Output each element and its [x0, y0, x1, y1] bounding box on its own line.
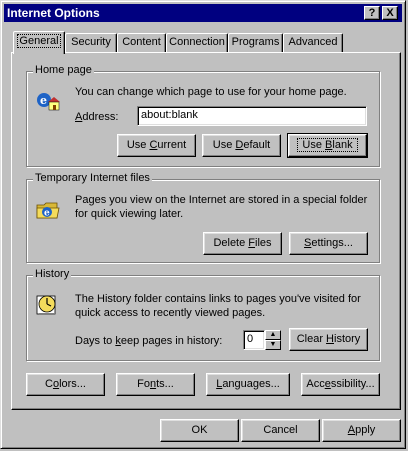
tab-programs[interactable]: Programs [228, 33, 283, 52]
clear-history-button[interactable]: Clear History [289, 328, 368, 351]
tab-general[interactable]: General [13, 31, 65, 54]
spin-down-icon[interactable]: ▼ [265, 340, 281, 350]
days-label: Days to keep pages in history: [75, 335, 223, 347]
svg-text:e: e [44, 209, 50, 219]
colors-button[interactable]: Colors... [26, 373, 105, 396]
home-page-legend: Home page [33, 64, 94, 76]
delete-files-button[interactable]: Delete Files [203, 232, 282, 255]
close-button[interactable]: X [382, 6, 398, 20]
address-field[interactable]: about:blank [137, 106, 367, 126]
settings-button[interactable]: Settings... [289, 232, 368, 255]
address-label: Address: [75, 111, 119, 123]
tab-connection[interactable]: Connection [166, 33, 228, 52]
home-page-group: Home page e You can change which page to… [26, 64, 380, 167]
history-legend: History [33, 268, 72, 280]
history-icon [36, 295, 56, 315]
temp-files-group: Temporary Internet files e Pages you vie… [26, 172, 380, 263]
title-bar[interactable]: Internet Options ? X [4, 4, 402, 22]
ok-button[interactable]: OK [160, 419, 239, 442]
folder-icon: e [36, 202, 60, 219]
home-page-description: You can change which page to use for you… [75, 86, 347, 98]
accessibility-button[interactable]: Accessibility... [301, 373, 380, 396]
tab-strip: General Security Content Connection Prog… [11, 31, 401, 54]
fonts-button[interactable]: Fonts... [116, 373, 195, 396]
general-tab-panel: Home page e You can change which page to… [11, 52, 401, 410]
window-title: Internet Options [7, 6, 100, 20]
use-default-button[interactable]: Use Default [202, 134, 281, 157]
history-description-line1: The History folder contains links to pag… [75, 293, 361, 305]
spin-up-icon[interactable]: ▲ [265, 330, 281, 340]
history-description-line2: quick access to recently viewed pages. [75, 307, 266, 319]
temp-files-description-line2: for quick viewing later. [75, 208, 184, 220]
days-input[interactable]: 0 [243, 330, 265, 350]
home-page-icon: e [37, 93, 60, 111]
days-spinner[interactable]: ▲ ▼ [265, 330, 281, 350]
help-button[interactable]: ? [364, 6, 380, 20]
cancel-button[interactable]: Cancel [241, 419, 320, 442]
tab-advanced[interactable]: Advanced [283, 33, 343, 52]
temp-files-legend: Temporary Internet files [33, 172, 152, 184]
use-blank-button[interactable]: Use Blank [287, 133, 368, 158]
apply-button[interactable]: Apply [322, 419, 401, 442]
svg-text:e: e [40, 94, 47, 107]
use-current-button[interactable]: Use Current [117, 134, 196, 157]
languages-button[interactable]: Languages... [206, 373, 290, 396]
temp-files-description-line1: Pages you view on the Internet are store… [75, 194, 368, 206]
history-group: History The History folder contains link… [26, 268, 380, 361]
tab-security[interactable]: Security [65, 33, 117, 52]
internet-options-dialog: Internet Options ? X General Security Co… [0, 0, 406, 449]
tab-content[interactable]: Content [117, 33, 166, 52]
